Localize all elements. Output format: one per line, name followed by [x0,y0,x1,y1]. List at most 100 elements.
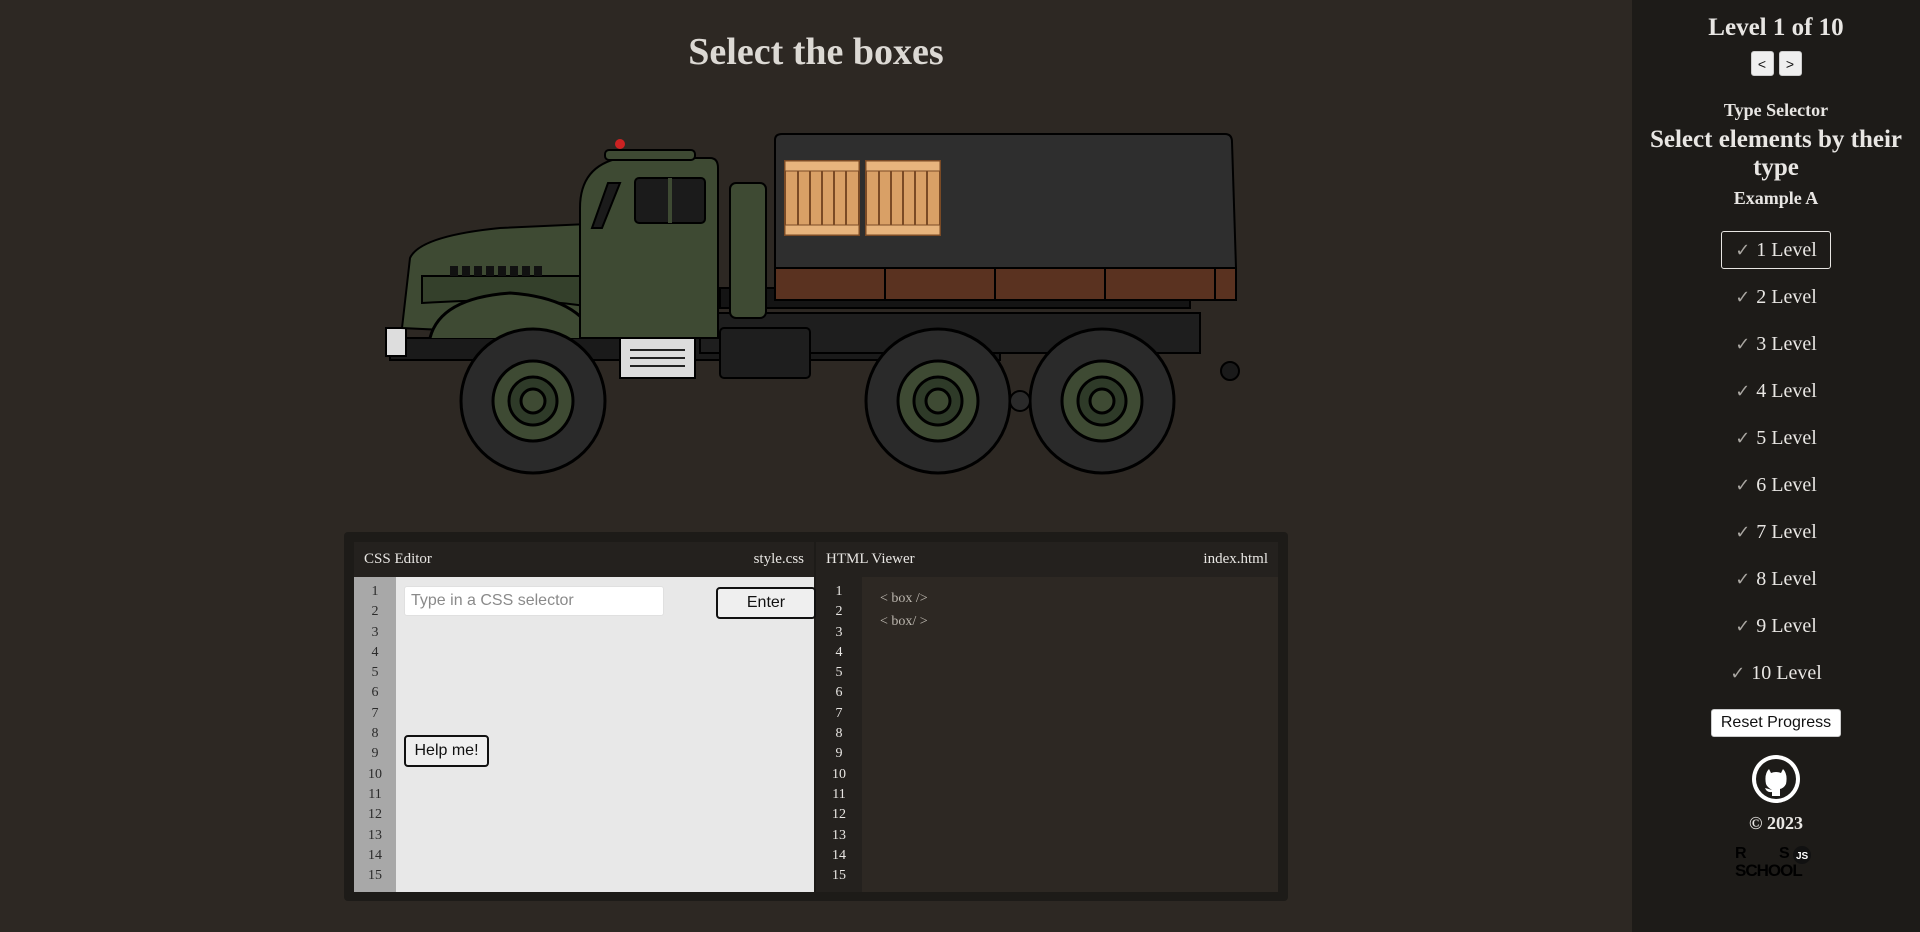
copyright: © 2023 [1749,813,1803,833]
game-area: Select the boxes CSS Editor style.css 1 … [0,0,1632,932]
level-label: 1 Level [1756,239,1817,261]
check-icon: ✓ [1735,475,1751,496]
example-label: Example A [1733,188,1819,208]
line-number: 13 [368,827,382,843]
code-line[interactable]: < box/ > [880,610,928,633]
level-item-10[interactable]: ✓ 10 Level [1721,654,1831,692]
check-icon: ✓ [1735,569,1751,590]
code-line[interactable]: < box /> [880,587,928,610]
level-item-3[interactable]: ✓ 3 Level [1721,325,1831,363]
level-item-7[interactable]: ✓ 7 Level [1721,513,1831,551]
enter-button[interactable]: Enter [716,587,816,619]
check-icon: ✓ [1735,522,1751,543]
level-item-6[interactable]: ✓ 6 Level [1721,466,1831,504]
level-label: 4 Level [1756,380,1817,402]
level-item-5[interactable]: ✓ 5 Level [1721,419,1831,457]
line-number: 12 [832,807,846,823]
line-number: 15 [832,868,846,884]
line-number: 1 [835,584,843,599]
line-number: 13 [832,827,846,843]
css-editor: CSS Editor style.css 1 2 3 4 5 6 7 8 9 10 11 12 13 14… [354,542,816,892]
level-label: 7 Level [1756,521,1817,543]
line-number: 2 [835,604,843,620]
level-sidebar: Level 1 of 10 < > Type Selector Select e… [1632,0,1920,932]
line-number: 8 [835,726,843,742]
line-number: 9 [371,746,379,762]
svg-text:R: R [1735,845,1747,862]
line-number: 6 [835,685,843,701]
line-number: 10 [368,766,382,782]
level-item-4[interactable]: ✓ 4 Level [1721,372,1831,410]
level-item-2[interactable]: ✓ 2 Level [1721,278,1831,316]
next-level-button[interactable]: > [1778,51,1802,76]
line-number: 2 [371,604,379,620]
line-number: 7 [835,705,843,721]
line-number: 3 [371,624,379,640]
level-item-1[interactable]: ✓ 1 Level [1721,231,1831,269]
css-line-numbers: 1 2 3 4 5 6 7 8 9 10 11 12 13 14 15 [354,577,396,892]
level-label: 3 Level [1756,333,1817,355]
level-label: 2 Level [1756,286,1817,308]
help-button[interactable]: Help me! [404,735,489,767]
line-number: 15 [368,868,382,884]
level-label: 8 Level [1756,568,1817,590]
html-filename: index.html [1203,551,1268,567]
line-number: 5 [835,665,843,681]
box-target-1[interactable] [784,160,860,236]
wheel-middle [864,327,1012,475]
html-code: < box /> < box/ > [880,587,928,633]
check-icon: ✓ [1735,616,1751,637]
selector-type: Type Selector [1723,100,1829,120]
css-filename: style.css [753,551,804,567]
check-icon: ✓ [1735,287,1751,308]
svg-text:JS: JS [1796,851,1809,862]
html-viewer-header: HTML Viewer index.html [816,542,1278,577]
line-number: 12 [368,807,382,823]
check-icon: ✓ [1735,240,1751,261]
line-number: 9 [835,746,843,762]
selector-description: Select elements by their type [1649,126,1902,181]
line-number: 1 [371,584,379,599]
level-title: Level 1 of 10 [1708,14,1844,41]
line-number: 11 [832,786,846,802]
line-number: 4 [371,644,379,660]
editor-panel: CSS Editor style.css 1 2 3 4 5 6 7 8 9 10 11 12 13 14… [344,532,1288,901]
level-label: 9 Level [1756,615,1817,637]
svg-text:S: S [1779,845,1790,862]
line-number: 10 [832,766,846,782]
level-item-8[interactable]: ✓ 8 Level [1721,560,1831,598]
line-number: 14 [832,847,846,863]
wheel-rear [1028,327,1176,475]
prev-level-button[interactable]: < [1750,51,1774,76]
level-item-9[interactable]: ✓ 9 Level [1721,607,1831,645]
line-number: 7 [371,705,379,721]
svg-text:SCHOOL: SCHOOL [1735,861,1802,880]
github-icon[interactable] [1751,754,1801,804]
line-number: 14 [368,847,382,863]
level-list: ✓ 1 Level ✓ 2 Level ✓ 3 Level ✓ 4 Level ✓ 5 L… [1632,231,1920,701]
line-number: 11 [368,786,382,802]
rs-school-logo[interactable]: R S SCHOOL JS [1733,842,1823,882]
html-viewer-title: HTML Viewer [826,551,915,567]
wheel-front [459,327,607,475]
check-icon: ✓ [1730,663,1746,684]
reset-progress-button[interactable]: Reset Progress [1711,709,1841,737]
html-viewer: HTML Viewer index.html 1 2 3 4 5 6 7 8 9 10 11 12 13… [816,542,1278,892]
level-label: 6 Level [1756,474,1817,496]
line-number: 5 [371,665,379,681]
line-number: 6 [371,685,379,701]
css-editor-title: CSS Editor [364,551,432,567]
html-line-numbers: 1 2 3 4 5 6 7 8 9 10 11 12 13 14 15 [816,577,862,892]
css-editor-header: CSS Editor style.css [354,542,814,577]
level-label: 10 Level [1751,662,1822,684]
line-number: 8 [371,726,379,742]
check-icon: ✓ [1735,334,1751,355]
html-viewer-body: 1 2 3 4 5 6 7 8 9 10 11 12 13 14 15 < box /> < box/ > [816,577,1278,892]
page-title: Select the boxes [688,31,944,73]
line-number: 4 [835,644,843,660]
selector-input[interactable] [404,586,664,616]
check-icon: ✓ [1735,428,1751,449]
box-target-2[interactable] [865,160,941,236]
level-label: 5 Level [1756,427,1817,449]
level-nav: < > [1632,51,1920,76]
